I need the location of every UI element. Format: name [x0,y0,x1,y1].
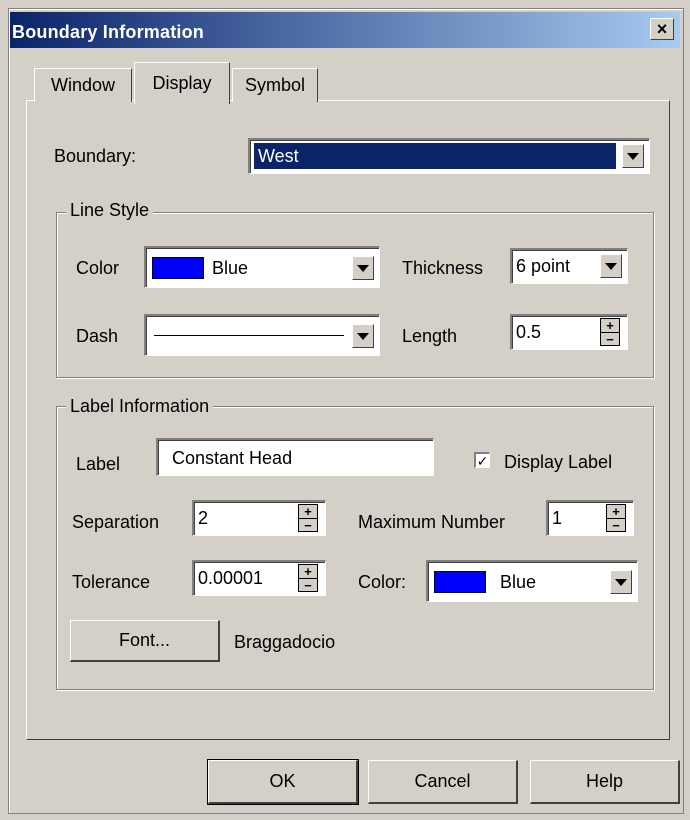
thickness-label: Thickness [402,258,484,278]
help-button[interactable]: Help [530,760,680,804]
length-label: Length [402,326,458,346]
window-title: Boundary Information [12,22,204,42]
thickness-select[interactable]: 6 point [510,248,628,284]
cancel-button[interactable]: Cancel [368,760,518,804]
separation-value: 2 [198,508,209,528]
maximum-number-label: Maximum Number [358,512,506,532]
line-color-dropdown-button[interactable] [352,256,374,280]
separation-field[interactable]: 2 + − [192,500,326,536]
spin-down-icon[interactable]: − [299,578,317,592]
length-spinner[interactable]: + − [600,318,620,346]
line-style-legend: Line Style [66,200,154,221]
separation-label: Separation [72,512,160,532]
spin-down-icon[interactable]: − [601,332,619,346]
chevron-down-icon [357,264,369,272]
length-value: 0.5 [516,322,542,342]
label-information-legend: Label Information [66,396,214,417]
boundary-label: Boundary: [54,146,137,166]
label-color-label: Color: [358,572,407,592]
close-icon: × [656,19,668,39]
spin-up-icon[interactable]: + [299,505,317,518]
tolerance-field[interactable]: 0.00001 + − [192,560,326,596]
tab-window[interactable]: Window [34,68,132,102]
tab-symbol[interactable]: Symbol [232,68,318,102]
display-label-text: Display Label [504,452,613,472]
chevron-down-icon [605,262,617,270]
label-field-label: Label [76,454,121,474]
line-color-label: Color [76,258,120,278]
boundary-selected-value: West [254,143,616,169]
thickness-value: 6 point [516,256,571,276]
dash-label: Dash [76,326,119,346]
chevron-down-icon [357,332,369,340]
line-color-select[interactable]: Blue [144,246,380,288]
dash-select[interactable] [144,314,380,356]
chevron-down-icon [615,578,627,586]
boundary-select[interactable]: West [248,138,650,174]
spin-up-icon[interactable]: + [299,565,317,578]
length-field[interactable]: 0.5 + − [510,314,628,350]
label-color-select[interactable]: Blue [426,560,638,602]
label-color-value: Blue [500,572,537,592]
label-text-input[interactable]: Constant Head [156,438,434,476]
display-label-checkbox[interactable]: ✓ [474,452,490,468]
spin-down-icon[interactable]: − [607,518,625,532]
ok-button[interactable]: OK [207,759,359,805]
tolerance-value: 0.00001 [198,568,264,588]
close-button[interactable]: × [650,18,674,40]
line-color-value: Blue [212,258,249,278]
boundary-dropdown-button[interactable] [622,144,644,168]
maximum-number-field[interactable]: 1 + − [546,500,634,536]
spin-up-icon[interactable]: + [601,319,619,332]
label-text-value: Constant Head [172,448,293,468]
chevron-down-icon [627,152,639,160]
label-color-swatch [434,571,486,593]
thickness-dropdown-button[interactable] [600,254,622,278]
maximum-number-spinner[interactable]: + − [606,504,626,532]
maximum-number-value: 1 [552,508,563,528]
label-color-dropdown-button[interactable] [610,570,632,594]
separation-spinner[interactable]: + − [298,504,318,532]
tab-display[interactable]: Display [134,62,230,104]
font-name-text: Braggadocio [234,632,336,652]
check-icon: ✓ [476,452,489,469]
spin-down-icon[interactable]: − [299,518,317,532]
dash-solid-line-preview [154,335,344,336]
spin-up-icon[interactable]: + [607,505,625,518]
tolerance-spinner[interactable]: + − [298,564,318,592]
tolerance-label: Tolerance [72,572,151,592]
font-button[interactable]: Font... [70,620,220,662]
dash-dropdown-button[interactable] [352,324,374,348]
line-color-swatch [152,257,204,279]
